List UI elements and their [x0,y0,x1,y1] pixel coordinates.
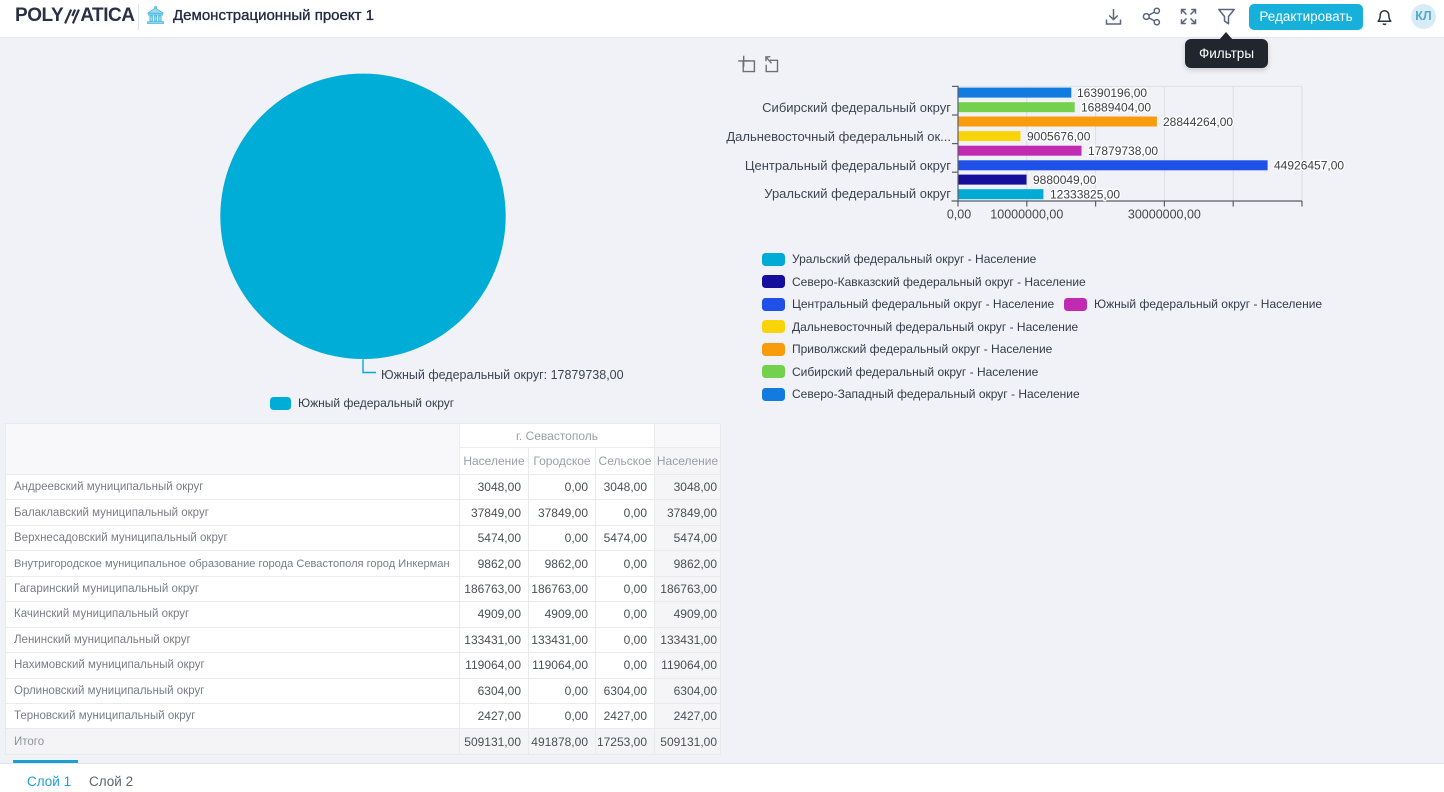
svg-text:44926457,00: 44926457,00 [1274,159,1344,173]
svg-text:12333825,00: 12333825,00 [1050,188,1120,202]
svg-text:9005676,00: 9005676,00 [1027,130,1091,144]
svg-text:30000000,00: 30000000,00 [1128,208,1201,222]
svg-text:17879738,00: 17879738,00 [1088,144,1158,158]
svg-text:16390196,00: 16390196,00 [1077,86,1147,100]
svg-text:0,00: 0,00 [947,208,971,222]
svg-text:16889404,00: 16889404,00 [1081,101,1151,115]
svg-text:9880049,00: 9880049,00 [1033,173,1097,187]
svg-text:10000000,00: 10000000,00 [990,208,1063,222]
svg-text:28844264,00: 28844264,00 [1163,115,1233,129]
